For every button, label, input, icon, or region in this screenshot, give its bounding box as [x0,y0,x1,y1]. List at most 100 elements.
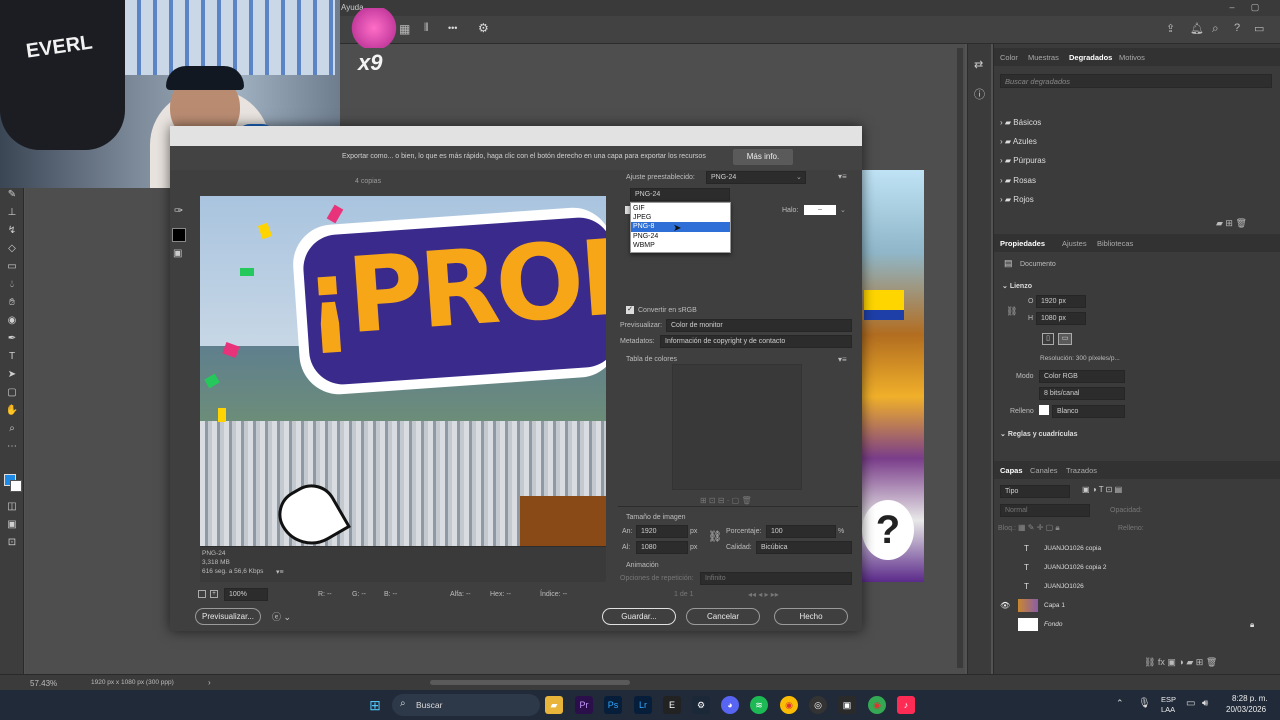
landscape-orientation-icon[interactable]: ▭ [1058,333,1072,345]
history-brush-icon[interactable]: ↯ [4,224,20,238]
percentage-input[interactable]: 100 [766,525,836,538]
tiktok-icon[interactable]: ♪ [897,696,915,714]
obs-icon[interactable]: ◎ [809,696,827,714]
canvas-scrollbar[interactable] [957,48,963,668]
type-tool-icon[interactable]: T [4,350,20,364]
rulers-section[interactable]: ⌄ Reglas y cuadrículas [1000,430,1077,438]
more-tools-icon[interactable]: ⋯ [4,440,20,454]
fill-swatch[interactable] [1039,405,1049,415]
gradient-group-purpuras[interactable]: › ▰ Púrpuras [1000,156,1046,165]
keyboard-layout[interactable]: LAA [1161,705,1175,714]
columns-icon[interactable]: ⫴ [424,22,429,35]
chevron-right-icon[interactable]: › [208,678,211,687]
app-icon[interactable]: ▣ [838,696,856,714]
format-option-gif[interactable]: GIF [631,204,730,213]
taskbar-search[interactable]: ⌕ Buscar [392,694,540,716]
eyedropper-icon[interactable]: ✑ [174,204,183,217]
layer-filter-select[interactable]: Tipo [1000,485,1070,498]
microphone-icon[interactable]: 🎙︎ [1138,698,1151,709]
workspace-icon[interactable]: ▭ [1254,22,1264,35]
bell-icon[interactable]: 🔔︎ [1190,22,1204,35]
zoom-level[interactable]: 57.43% [30,679,57,688]
help-icon[interactable]: ? [1234,22,1240,34]
canvas-height-input[interactable]: 1080 px [1036,312,1086,325]
gradient-group-rojos[interactable]: › ▰ Rojos [1000,195,1034,204]
tab-gradients[interactable]: Degradados [1069,53,1112,62]
language-code[interactable]: ESP [1161,695,1176,704]
format-select[interactable]: PNG-24 [630,188,730,201]
rectangle-tool-icon[interactable]: ▢ [4,386,20,400]
volume-icon[interactable]: 🔊︎ [1202,698,1208,709]
clock-time[interactable]: 8:28 p. m. [1232,694,1268,703]
gradient-actions[interactable]: ▰ ⊞ 🗑︎ [1216,218,1247,229]
maximize-icon[interactable]: ▢ [1248,2,1262,14]
pen-tool-icon[interactable]: ✒ [4,332,20,346]
canvas-section[interactable]: ⌄ Lienzo [1002,282,1032,290]
layer-row[interactable]: T JUANJO1026 [994,577,1280,596]
blur-tool-icon[interactable]: 💧︎ [4,278,20,292]
eraser-tool-icon[interactable]: ◇ [4,242,20,256]
panel-toggle-icon[interactable]: ▦ [399,22,410,36]
layer-row[interactable]: T JUANJO1026 copia [994,539,1280,558]
link-icon[interactable]: ⛓︎ [1006,306,1017,317]
background-color-swatch[interactable] [10,480,22,492]
eyedropper-color-swatch[interactable] [172,228,186,242]
more-info-button[interactable]: Más info. [733,149,793,165]
zoom-tool-icon[interactable]: ⌕ [4,422,20,436]
info-panel-icon[interactable]: ⓘ [974,86,985,102]
dodge-tool-icon[interactable]: ✋︎ [4,296,20,310]
spotify-icon[interactable]: ≋ [750,696,768,714]
gear-icon[interactable]: ⚙ [478,21,489,35]
blend-mode-select[interactable]: Normal [1000,504,1090,517]
search-icon[interactable]: ⌕ [1212,21,1219,36]
save-button[interactable]: Guardar... [602,608,676,625]
network-icon[interactable]: ▭ [1186,698,1195,709]
windows-start-icon[interactable]: ⊞ [366,696,384,714]
path-select-icon[interactable]: ➤ [4,368,20,382]
hand-tool-icon[interactable]: ✋ [4,404,20,418]
layer-row[interactable]: 👁︎ Capa 1 [994,596,1280,615]
horizontal-scrollbar[interactable] [430,680,630,685]
info-menu-icon[interactable]: ▾≡ [276,568,284,576]
tab-adjustments[interactable]: Ajustes [1062,239,1087,248]
chrome-icon[interactable]: ◉ [780,696,798,714]
screen-mode-icon[interactable]: ▣ [4,518,20,532]
history-panel-icon[interactable]: ⇄ [974,58,983,71]
previsualizar-select[interactable]: Color de monitor [666,319,852,332]
mode-select[interactable]: Color RGB [1039,370,1125,383]
preset-menu-icon[interactable]: ▾≡ [838,172,847,181]
animation-controls[interactable]: ◂◂ ◂ ▸ ▸▸ [748,590,779,599]
preset-select[interactable]: PNG-24 [706,171,806,184]
layer-row[interactable]: Fondo 🔒︎ [994,615,1280,634]
gradient-search-input[interactable]: Buscar degradados [1000,74,1272,88]
tab-libraries[interactable]: Bibliotecas [1097,239,1133,248]
preview-button[interactable]: Previsualizar... [195,608,261,625]
loop-select[interactable]: Infinito [700,572,852,585]
portrait-orientation-icon[interactable]: ▯ [1042,333,1054,345]
gradient-group-basicos[interactable]: › ▰ Básicos [1000,118,1041,127]
tab-paths[interactable]: Trazados [1066,466,1097,475]
layer-filter-icons[interactable]: ▣ ◑ T ⊡ ▤ [1082,485,1122,494]
gradient-group-azules[interactable]: › ▰ Azules [1000,137,1037,146]
tab-color[interactable]: Color [1000,53,1018,62]
color-table-actions[interactable]: ⊞ ⊡ ⊟ · ▢ 🗑︎ [700,496,752,505]
gradient-tool-icon[interactable]: ▭ [4,260,20,274]
cancel-button[interactable]: Cancelar [686,608,760,625]
height-input[interactable]: 1080 [636,541,688,554]
eye-icon[interactable]: 👁︎ [1000,596,1010,615]
layer-row[interactable]: T JUANJO1026 copia 2 [994,558,1280,577]
stamp-tool-icon[interactable]: ⊥ [4,206,20,220]
browser-preview-icon[interactable]: ⓔ ⌄ [272,610,291,623]
fill-select[interactable]: Blanco [1052,405,1125,418]
quick-mask-icon[interactable]: ◫ [4,500,20,514]
copies-tab[interactable]: 4 copias [355,178,381,185]
color-table-menu-icon[interactable]: ▾≡ [838,355,847,364]
sponge-tool-icon[interactable]: ◉ [4,314,20,328]
epic-games-icon[interactable]: E [663,696,681,714]
add-view-icon[interactable]: + [210,590,218,598]
tab-swatches[interactable]: Muestras [1028,53,1059,62]
tray-chevron-icon[interactable]: ⌃ [1116,698,1124,709]
zoom-select[interactable]: 100% [224,588,268,601]
view-toggle-icon[interactable] [198,590,206,598]
quality-select[interactable]: Bicúbica [756,541,852,554]
